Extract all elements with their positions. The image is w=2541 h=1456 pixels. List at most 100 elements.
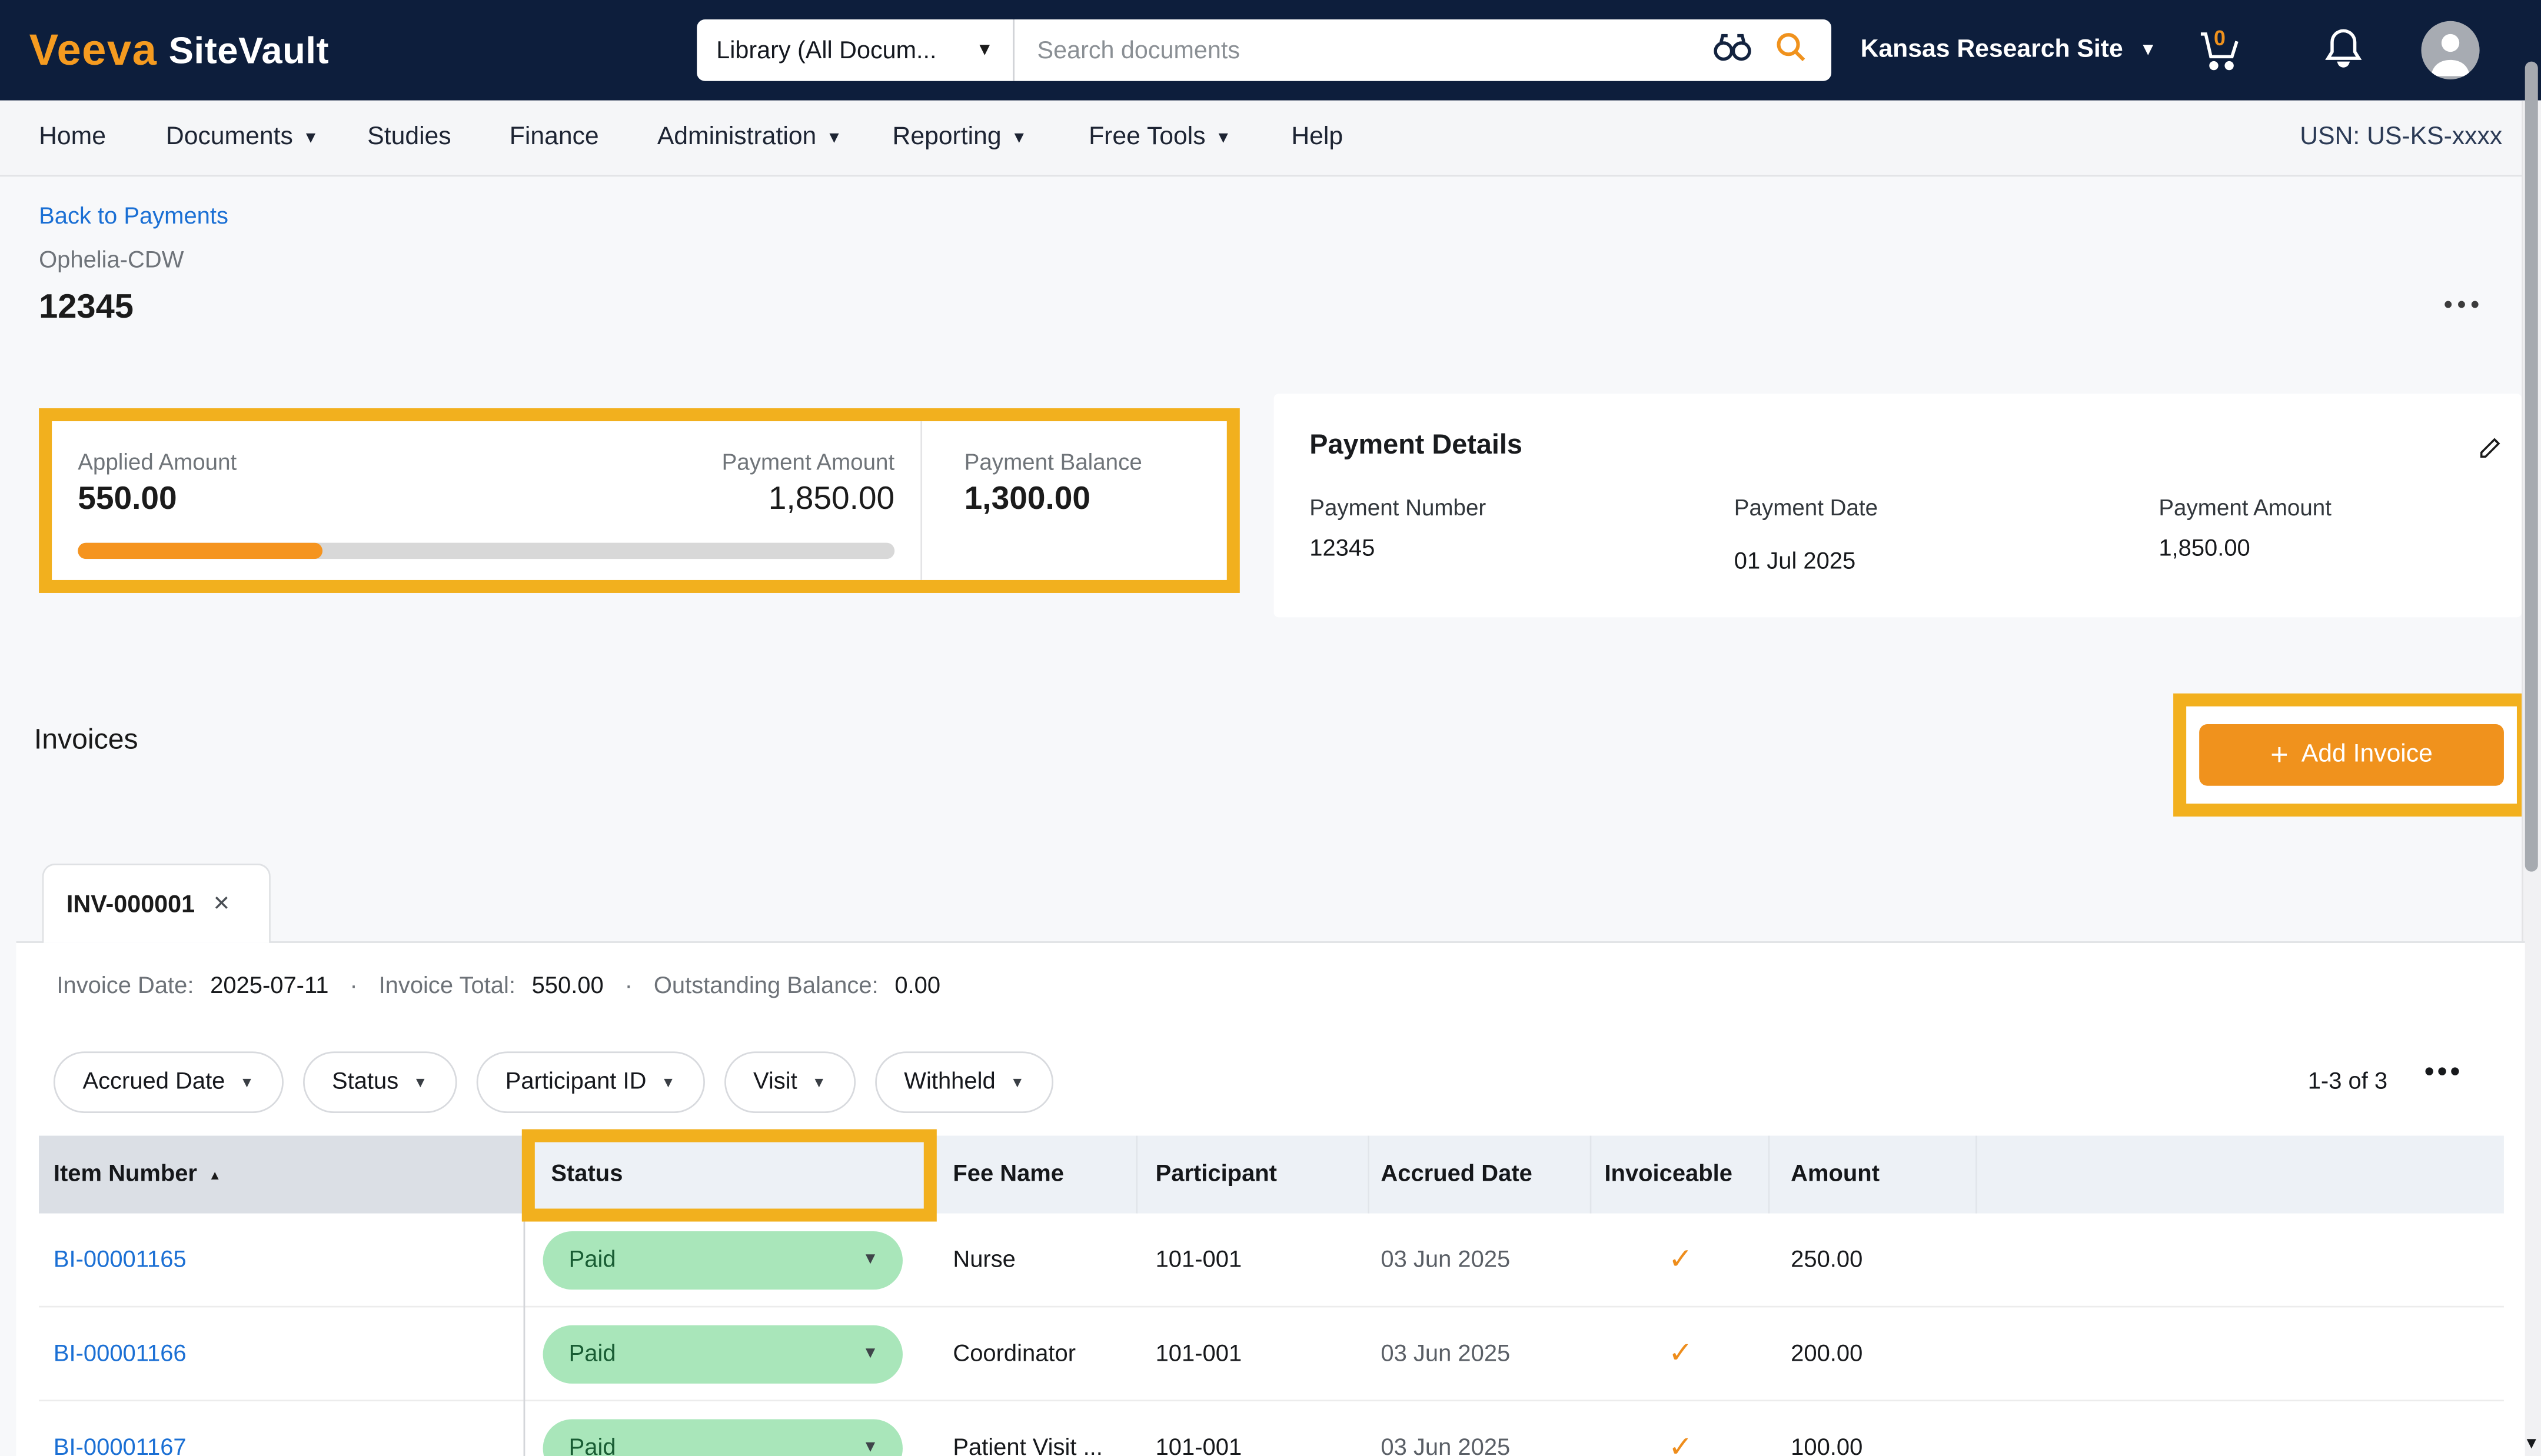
add-invoice-highlight: + Add Invoice (2173, 694, 2530, 817)
filter-pill-row: Accrued Date▼ Status▼ Participant ID▼ Vi… (54, 1051, 1054, 1113)
user-avatar[interactable] (2421, 21, 2479, 79)
dot-separator: · (350, 974, 357, 999)
item-link[interactable]: BI-00001167 (54, 1435, 187, 1456)
column-status[interactable]: Status (524, 1136, 927, 1214)
page-title: 12345 (39, 288, 134, 327)
column-amount[interactable]: Amount (1770, 1136, 1977, 1214)
search-input[interactable] (1015, 36, 1711, 64)
fee-name-cell: Coordinator (927, 1307, 1138, 1400)
back-to-payments-link[interactable]: Back to Payments (39, 204, 228, 230)
record-range-label: 1-3 of 3 (2308, 1069, 2387, 1095)
study-subtitle: Ophelia-CDW (39, 248, 184, 274)
search-submit-icon[interactable] (1773, 28, 1809, 72)
column-fee-name[interactable]: Fee Name (927, 1136, 1138, 1214)
page-actions-menu[interactable]: ••• (2444, 292, 2484, 319)
participant-cell: 101-001 (1138, 1307, 1369, 1400)
progress-fill (78, 543, 322, 559)
tab-inv-000001[interactable]: INV-000001 ✕ (42, 864, 271, 943)
nav-documents[interactable]: Documents▼ (166, 123, 319, 152)
nav-finance[interactable]: Finance (510, 123, 599, 152)
cart-count-badge: 0 (2214, 26, 2226, 50)
chevron-down-icon: ▼ (862, 1439, 878, 1456)
filter-status[interactable]: Status▼ (302, 1051, 457, 1113)
filter-accrued-date[interactable]: Accrued Date▼ (54, 1051, 283, 1113)
table-actions-menu[interactable]: ••• (2424, 1057, 2463, 1089)
invoice-total-label: Invoice Total: (379, 974, 515, 999)
search-scope-label: Library (All Docum... (716, 36, 936, 64)
column-participant[interactable]: Participant (1138, 1136, 1369, 1214)
accrued-date-cell: 03 Jun 2025 (1369, 1214, 1591, 1306)
invoice-tab-label: INV-000001 (66, 890, 195, 918)
check-icon: ✓ (1668, 1242, 1693, 1277)
chevron-down-icon: ▼ (661, 1074, 676, 1091)
invoice-info-line: Invoice Date: 2025-07-11 · Invoice Total… (56, 974, 940, 999)
nav-free-tools[interactable]: Free Tools▼ (1089, 123, 1231, 152)
site-selector[interactable]: Kansas Research Site ▼ (1861, 0, 2157, 101)
invoice-date-value: 2025-07-11 (210, 974, 328, 999)
chevron-down-icon: ▼ (2139, 41, 2157, 60)
nav-reporting[interactable]: Reporting▼ (893, 123, 1027, 152)
payment-details-title: Payment Details (1309, 429, 1522, 462)
participant-cell: 101-001 (1138, 1401, 1369, 1456)
main-nav: Home Documents▼ Studies Finance Administ… (0, 101, 2541, 176)
status-dropdown[interactable]: Paid ▼ (543, 1324, 903, 1382)
status-dropdown[interactable]: Paid ▼ (543, 1418, 903, 1456)
summary-amounts: Applied Amount Payment Amount 550.00 1,8… (52, 421, 920, 580)
item-link[interactable]: BI-00001166 (54, 1341, 187, 1367)
sitevault-logo-text: SiteVault (169, 28, 330, 72)
sitevault-app: Veeva SiteVault Library (All Docum... ▼ (0, 0, 2541, 1456)
cart-button[interactable]: 0 (2193, 23, 2248, 78)
chevron-down-icon: ▼ (976, 41, 993, 60)
payment-amount-field: Payment Amount 1,850.00 (2158, 494, 2332, 562)
binoculars-icon[interactable] (1711, 28, 1754, 72)
payment-number-field: Payment Number 12345 (1309, 494, 1486, 562)
invoice-panel: Invoice Date: 2025-07-11 · Invoice Total… (16, 941, 2525, 1456)
item-link[interactable]: BI-00001165 (54, 1247, 187, 1272)
filter-participant-id[interactable]: Participant ID▼ (476, 1051, 704, 1113)
nav-help[interactable]: Help (1291, 123, 1343, 152)
nav-home[interactable]: Home (39, 123, 106, 152)
chevron-down-icon: ▼ (812, 1074, 827, 1091)
chevron-down-icon: ▼ (1215, 129, 1231, 146)
chevron-down-icon: ▼ (1010, 1074, 1025, 1091)
close-icon[interactable]: ✕ (212, 891, 230, 917)
top-bar: Veeva SiteVault Library (All Docum... ▼ (0, 0, 2541, 101)
table-row: BI-00001167 Paid ▼ Patient Visit ... 101… (39, 1401, 2504, 1456)
filter-withheld[interactable]: Withheld▼ (875, 1051, 1054, 1113)
sort-ascending-icon: ▲ (208, 1167, 221, 1182)
invoices-heading: Invoices (34, 722, 138, 757)
bell-icon (2319, 23, 2368, 78)
filter-visit[interactable]: Visit▼ (724, 1051, 855, 1113)
column-invoiceable[interactable]: Invoiceable (1591, 1136, 1770, 1214)
table-row: BI-00001165 Paid ▼ Nurse 101-001 03 Jun … (39, 1214, 2504, 1308)
participant-cell: 101-001 (1138, 1214, 1369, 1306)
search-scope-dropdown[interactable]: Library (All Docum... ▼ (697, 19, 1015, 81)
column-item-number[interactable]: Item Number ▲ (39, 1136, 523, 1214)
veeva-sitevault-logo[interactable]: Veeva SiteVault (29, 0, 330, 101)
invoice-table-body: BI-00001165 Paid ▼ Nurse 101-001 03 Jun … (39, 1214, 2504, 1456)
scroll-down-arrow-icon[interactable]: ▼ (2522, 1431, 2541, 1456)
scrollbar-thumb[interactable] (2525, 62, 2538, 872)
table-row: BI-00001166 Paid ▼ Coordinator 101-001 0… (39, 1307, 2504, 1401)
column-empty (1977, 1136, 2504, 1214)
edit-pencil-icon[interactable] (2478, 432, 2506, 468)
nav-studies[interactable]: Studies (367, 123, 451, 152)
accrued-date-cell: 03 Jun 2025 (1369, 1307, 1591, 1400)
notifications-button[interactable] (2319, 23, 2368, 78)
amount-cell: 100.00 (1770, 1401, 1977, 1456)
person-icon (2421, 21, 2479, 79)
veeva-logo-text: Veeva (29, 25, 158, 75)
screenshot-stage: Veeva SiteVault Library (All Docum... ▼ (0, 0, 2541, 1456)
add-invoice-label: Add Invoice (2301, 741, 2433, 770)
outstanding-balance-label: Outstanding Balance: (654, 974, 879, 999)
column-accrued-date[interactable]: Accrued Date (1369, 1136, 1591, 1214)
add-invoice-button[interactable]: + Add Invoice (2199, 724, 2504, 786)
applied-amount-label: Applied Amount (78, 449, 237, 475)
nav-administration[interactable]: Administration▼ (657, 123, 842, 152)
invoice-date-label: Invoice Date: (56, 974, 194, 999)
chevron-down-icon: ▼ (413, 1074, 428, 1091)
dot-separator: · (625, 974, 633, 999)
status-dropdown[interactable]: Paid ▼ (543, 1231, 903, 1289)
check-icon: ✓ (1668, 1337, 1693, 1371)
applied-progress-bar (78, 543, 894, 559)
